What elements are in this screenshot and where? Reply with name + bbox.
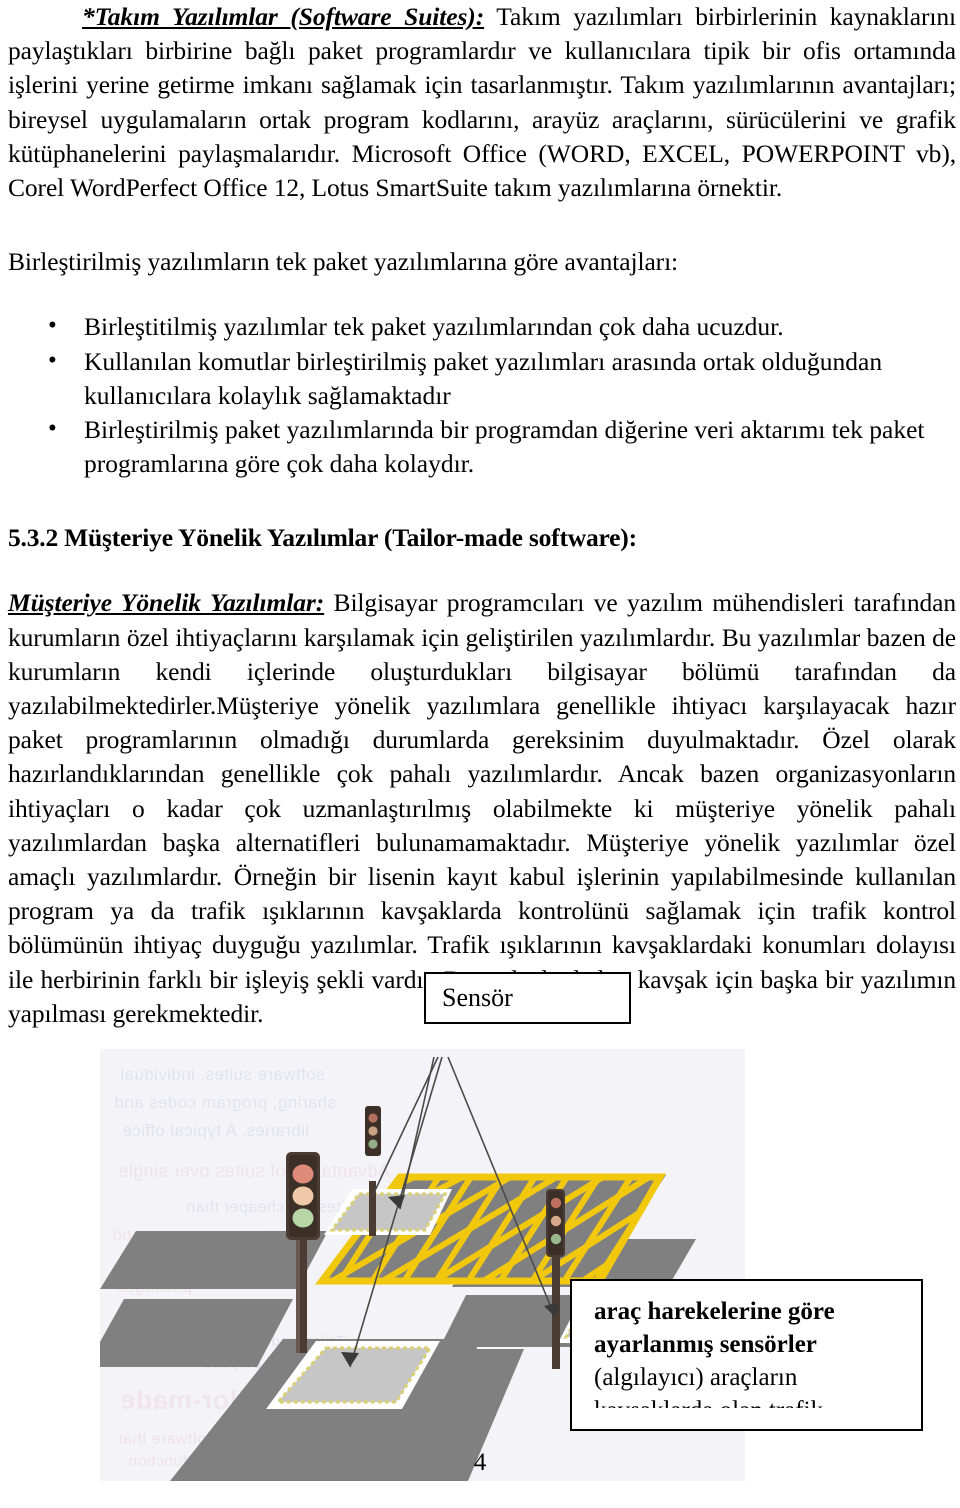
page-content: *Takım Yazılımlar (Software Suites): Tak…: [8, 0, 956, 1501]
road-left-lower: [100, 1299, 293, 1368]
section-heading-532: 5.3.2 Müşteriye Yönelik Yazılımlar (Tail…: [8, 523, 637, 553]
page-number: 4: [473, 1449, 487, 1476]
advantages-intro: Birleştirilmiş yazılımların tek paket ya…: [8, 247, 679, 277]
caption-line-1: araç harekelerine göre: [594, 1298, 835, 1325]
advantages-list: Birleştitilmiş yazılımlar tek paket yazı…: [8, 309, 956, 481]
caption-line-3: (algılayıcı) araçların: [594, 1364, 798, 1391]
tailor-made-paragraph: Müşteriye Yönelik Yazılımlar: Bilgisayar…: [8, 586, 956, 1031]
list-item: Birleştitilmiş yazılımlar tek paket yazı…: [8, 309, 956, 344]
software-suites-lead: *Takım Yazılımlar (Software Suites):: [82, 2, 485, 31]
caption-line-4: kavşaklarda olan trafik: [594, 1394, 921, 1408]
tailor-made-lead: Müşteriye Yönelik Yazılımlar:: [8, 588, 325, 618]
detector-zone-north: [324, 1189, 452, 1236]
tailor-made-body: Bilgisayar programcıları ve yazılım mühe…: [8, 588, 956, 1028]
list-item: Birleştirilmiş paket yazılımlarında bir …: [8, 412, 956, 481]
software-suites-paragraph: *Takım Yazılımlar (Software Suites): Tak…: [8, 0, 956, 205]
sensor-caption-box: araç harekelerine göre ayarlanmış sensör…: [570, 1279, 923, 1431]
sensor-callout-box: Sensör: [424, 972, 631, 1024]
software-suites-body: Takım yazılımları birbirlerinin kaynakla…: [8, 2, 957, 203]
list-item: Kullanılan komutlar birleştirilmiş paket…: [8, 344, 956, 413]
document-page: *Takım Yazılımlar (Software Suites): Tak…: [0, 0, 960, 1508]
sensor-callout-label: Sensör: [442, 983, 513, 1012]
caption-line-2: ayarlanmış sensörler: [594, 1331, 817, 1358]
